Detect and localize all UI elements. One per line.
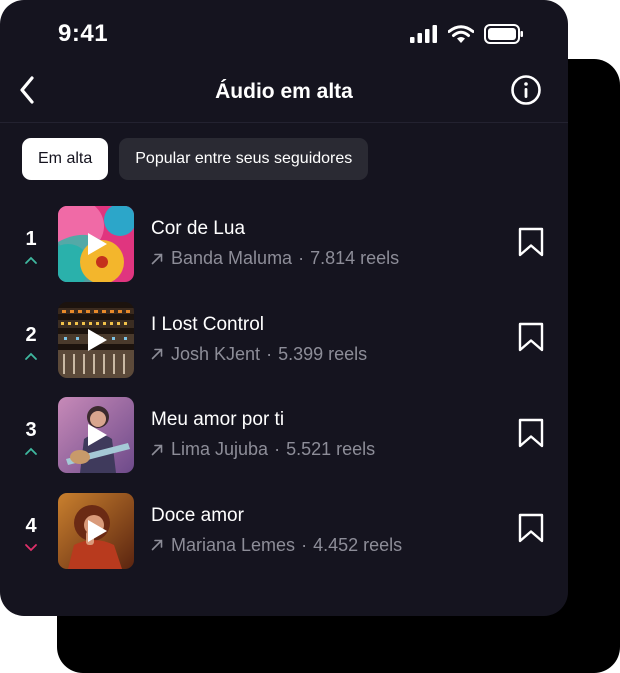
page-title: Áudio em alta xyxy=(215,80,353,103)
bookmark-icon xyxy=(518,513,544,548)
track-row[interactable]: 3 Meu amor por ti Lima Jujuba · 5.521 re… xyxy=(0,387,568,483)
rank: 2 xyxy=(14,324,48,360)
signal-icon xyxy=(410,25,438,48)
meta-separator: · xyxy=(274,439,281,459)
track-cover[interactable] xyxy=(58,397,134,473)
play-icon xyxy=(86,328,108,357)
track-reels-count: 7.814 reels xyxy=(310,248,400,268)
track-list: 1 Cor de Lua Banda Maluma · 7.814 reels … xyxy=(0,196,568,578)
rank-number: 4 xyxy=(25,514,37,537)
track-row[interactable]: 4 Doce amor Mariana Lemes · 4.452 reels xyxy=(0,483,568,579)
track-artist[interactable]: Lima Jujuba xyxy=(171,439,268,460)
wifi-icon xyxy=(447,24,475,49)
track-artist[interactable]: Josh KJent xyxy=(171,344,260,365)
track-cover[interactable] xyxy=(58,301,134,378)
play-icon xyxy=(86,232,108,261)
rank: 1 xyxy=(14,228,48,264)
arrow-up-right-icon xyxy=(151,253,163,265)
arrow-up-right-icon xyxy=(151,348,163,360)
track-title[interactable]: Cor de Lua xyxy=(151,218,245,240)
track-title[interactable]: I Lost Control xyxy=(151,314,264,336)
rank: 4 xyxy=(14,515,48,551)
trend-up-icon xyxy=(14,348,48,360)
rank: 3 xyxy=(14,419,48,455)
track-reels-count: 5.399 reels xyxy=(278,343,368,364)
track-artist[interactable]: Mariana Lemes xyxy=(171,535,295,556)
track-reels-count: 5.521 reels xyxy=(286,439,376,459)
track-meta: Lima Jujuba · 5.521 reels xyxy=(151,439,375,460)
track-artist[interactable]: Banda Maluma xyxy=(171,248,292,269)
tab-popular-seguidores[interactable]: Popular entre seus seguidores xyxy=(119,138,369,180)
bookmark-icon xyxy=(518,227,544,262)
play-icon xyxy=(86,519,108,548)
track-meta: Banda Maluma · 7.814 reels xyxy=(151,248,399,269)
info-circle-icon xyxy=(510,74,542,111)
status-icons xyxy=(410,24,524,49)
tab-em-alta[interactable]: Em alta xyxy=(22,138,109,180)
track-reels-count: 4.452 reels xyxy=(313,534,403,555)
play-icon xyxy=(86,423,108,452)
track-row[interactable]: 2 I Lost Control Josh KJent · 5.399 reel… xyxy=(0,292,568,388)
arrow-up-right-icon xyxy=(151,444,163,456)
bookmark-button[interactable] xyxy=(517,227,545,262)
meta-separator: · xyxy=(266,343,273,364)
status-bar: 9:41 xyxy=(0,0,568,64)
trend-down-icon xyxy=(14,539,48,551)
trend-up-icon xyxy=(14,252,48,264)
rank-number: 3 xyxy=(25,419,37,441)
bookmark-button[interactable] xyxy=(517,322,545,357)
battery-icon xyxy=(484,24,524,49)
track-title[interactable]: Meu amor por ti xyxy=(151,409,284,431)
meta-separator: · xyxy=(298,248,305,268)
tab-bar: Em alta Popular entre seus seguidores xyxy=(22,138,369,180)
bookmark-icon xyxy=(518,322,544,357)
arrow-up-right-icon xyxy=(151,539,163,551)
phone-screen: 9:41 Áudio em alta Em alta Popular entre… xyxy=(0,0,568,616)
track-meta: Mariana Lemes · 4.452 reels xyxy=(151,535,402,556)
trend-up-icon xyxy=(14,443,48,455)
track-row[interactable]: 1 Cor de Lua Banda Maluma · 7.814 reels xyxy=(0,196,568,292)
rank-number: 2 xyxy=(25,323,37,346)
header: Áudio em alta xyxy=(0,64,568,123)
status-time: 9:41 xyxy=(58,20,109,47)
track-title[interactable]: Doce amor xyxy=(151,505,244,527)
track-cover[interactable] xyxy=(58,206,134,282)
track-meta: Josh KJent · 5.399 reels xyxy=(151,344,367,365)
meta-separator: · xyxy=(301,534,308,555)
rank-number: 1 xyxy=(25,228,37,250)
bookmark-button[interactable] xyxy=(517,418,545,453)
bookmark-icon xyxy=(518,418,544,453)
bookmark-button[interactable] xyxy=(517,513,545,548)
track-cover[interactable] xyxy=(58,492,134,569)
info-button[interactable] xyxy=(510,74,542,111)
